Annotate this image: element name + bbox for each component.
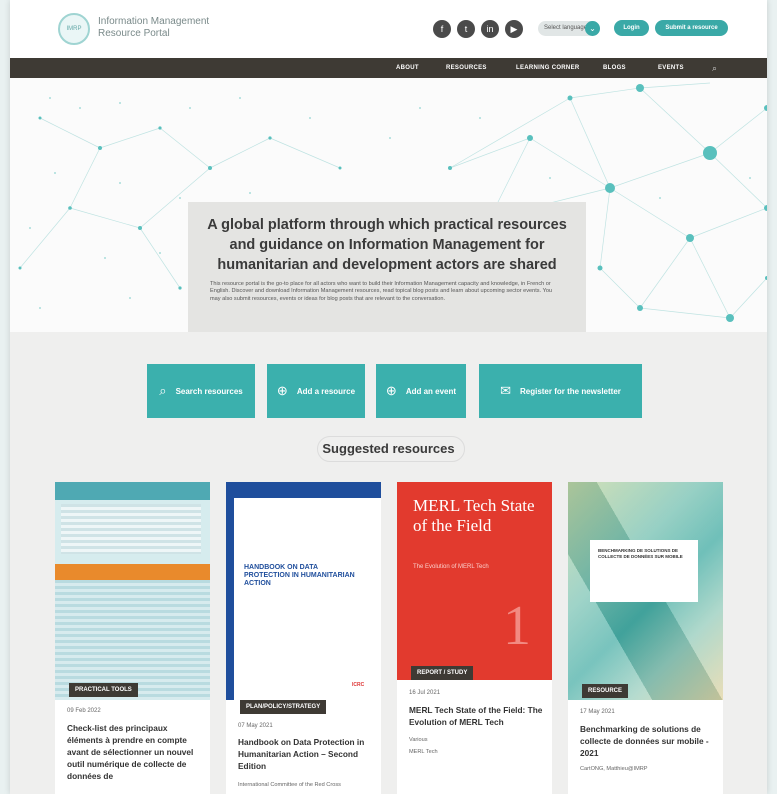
hero-description: This resource portal is the go-to place … (210, 281, 553, 302)
suggested-resources-title: Suggested resources (322, 441, 455, 456)
resource-author: CartONG, Matthieu@IMRP (580, 766, 648, 772)
resource-type-badge: REPORT / STUDY (411, 666, 474, 680)
register-newsletter-button[interactable]: ✉ Register for the newsletter (479, 364, 642, 418)
hero-title: A global platform through which practica… (207, 217, 567, 273)
portal-logo[interactable]: IMRP (58, 13, 90, 45)
youtube-icon[interactable]: ▶ (505, 20, 523, 38)
hero-section: A global platform through which practica… (10, 78, 767, 332)
language-label: Select language (544, 25, 588, 31)
resource-card[interactable]: PRACTICAL TOOLS 09 Feb 2022 Check-list d… (55, 482, 210, 794)
main-content: ⌕ Search resources ⊕ Add a resource ⊕ Add a… (10, 332, 767, 794)
portal-name-line1: Information Management (98, 16, 210, 27)
envelope-icon: ✉ (500, 383, 511, 398)
main-nav: ABOUT RESOURCES LEARNING CORNER BLOGS EV… (10, 58, 767, 78)
nav-about[interactable]: ABOUT (396, 58, 419, 78)
resource-cover-image (55, 482, 210, 700)
page-frame: IMRP Information Management Resource Por… (10, 0, 767, 794)
submit-resource-button[interactable]: Submit a resource (655, 20, 728, 36)
search-resources-label: Search resources (175, 386, 243, 396)
cover-title: MERL Tech State of the Field (413, 496, 535, 535)
add-event-button[interactable]: ⊕ Add an event (376, 364, 466, 418)
site-header: IMRP Information Management Resource Por… (10, 0, 767, 58)
resource-card[interactable]: HANDBOOK ON DATA PROTECTION IN HUMANITAR… (226, 482, 381, 794)
resource-type-badge: PRACTICAL TOOLS (69, 683, 138, 697)
plus-circle-icon: ⊕ (385, 383, 397, 398)
resource-title[interactable]: Handbook on Data Protection in Humanitar… (238, 736, 373, 772)
resource-date: 09 Feb 2022 (67, 708, 101, 714)
resource-date: 17 May 2021 (580, 709, 615, 715)
twitter-icon[interactable]: t (457, 20, 475, 38)
plus-circle-icon: ⊕ (276, 383, 288, 398)
language-select[interactable]: Select language ⌄ (538, 21, 600, 36)
cover-subtitle: The Evolution of MERL Tech (413, 564, 489, 570)
resource-card[interactable]: MERL Tech State of the Field The Evoluti… (397, 482, 552, 794)
chevron-down-icon: ⌄ (585, 21, 600, 36)
cover-title: BENCHMARKING DE SOLUTIONS DE COLLECTE DE… (590, 540, 698, 602)
resource-type-badge: PLAN/POLICY/STRATEGY (240, 700, 327, 714)
nav-blogs[interactable]: BLOGS (603, 58, 626, 78)
linkedin-icon[interactable]: in (481, 20, 499, 38)
search-icon[interactable]: ⌕ (712, 58, 717, 78)
portal-name-line2: Resource Portal (98, 28, 170, 39)
resource-cover-image: HANDBOOK ON DATA PROTECTION IN HUMANITAR… (226, 482, 381, 700)
resource-card[interactable]: BENCHMARKING DE SOLUTIONS DE COLLECTE DE… (568, 482, 723, 794)
nav-resources[interactable]: RESOURCES (446, 58, 487, 78)
nav-learning-corner[interactable]: LEARNING CORNER (516, 58, 580, 78)
add-resource-button[interactable]: ⊕ Add a resource (267, 364, 365, 418)
search-icon: ⌕ (159, 383, 167, 398)
add-resource-label: Add a resource (296, 386, 356, 396)
resource-author: International Committee of the Red Cross (238, 782, 341, 788)
add-event-label: Add an event (405, 386, 457, 396)
resource-type-badge: RESOURCE (582, 684, 629, 698)
resource-cover-image: BENCHMARKING DE SOLUTIONS DE COLLECTE DE… (568, 482, 723, 700)
resource-title[interactable]: Check-list des principaux éléments à pre… (67, 722, 202, 782)
nav-events[interactable]: EVENTS (658, 58, 684, 78)
icrc-logo: ICRC (352, 682, 365, 688)
resource-date: 16 Jul 2021 (409, 690, 441, 696)
cover-number: 1 (503, 595, 531, 657)
register-newsletter-label: Register for the newsletter (519, 386, 621, 396)
search-resources-button[interactable]: ⌕ Search resources (147, 364, 255, 418)
facebook-icon[interactable]: f (433, 20, 451, 38)
resource-title[interactable]: Benchmarking de solutions de collecte de… (580, 723, 715, 759)
logo-text: IMRP (66, 26, 82, 32)
resource-author: Various (409, 737, 428, 743)
resource-publisher: MERL Tech (409, 749, 438, 755)
cover-title: HANDBOOK ON DATA PROTECTION IN HUMANITAR… (244, 564, 355, 587)
hero-intro-box: A global platform through which practica… (188, 202, 586, 332)
resource-title[interactable]: MERL Tech State of the Field: The Evolut… (409, 704, 544, 728)
resource-cover-image: MERL Tech State of the Field The Evoluti… (397, 482, 552, 680)
resource-date: 07 May 2021 (238, 723, 273, 729)
portal-name[interactable]: Information Management Resource Portal (98, 16, 209, 40)
login-button[interactable]: Login (614, 20, 649, 36)
